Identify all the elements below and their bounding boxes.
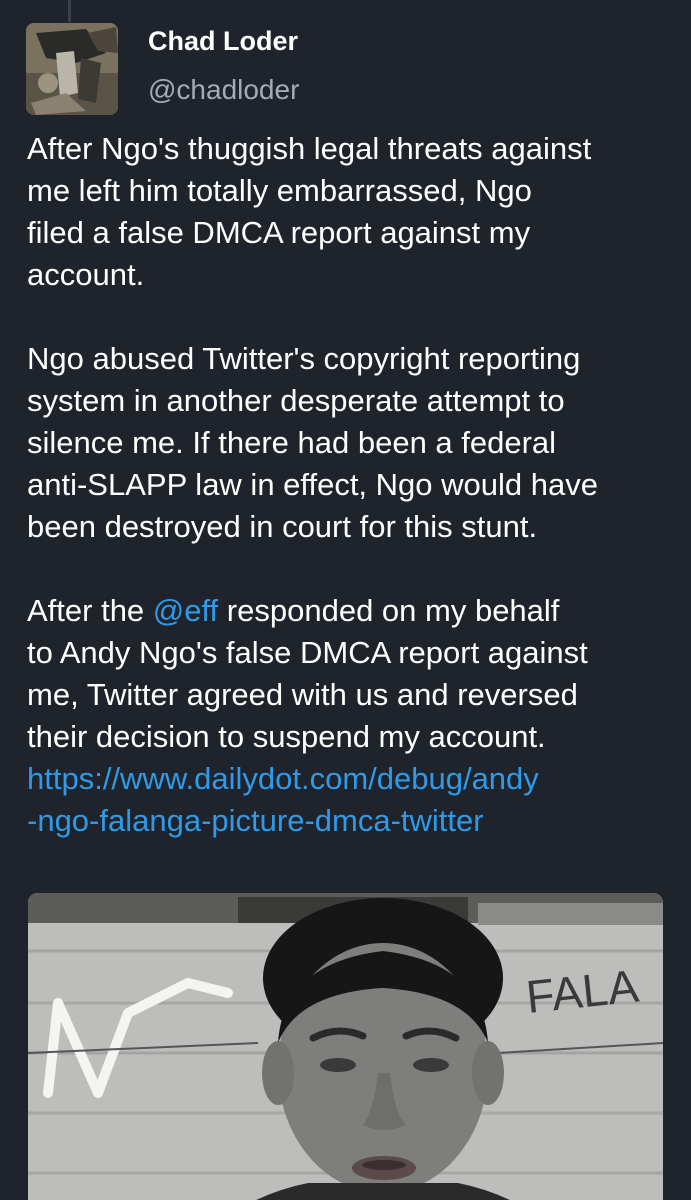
tweet-text: After Ngo's thuggish legal threats again… — [27, 128, 677, 842]
tweet-text-segment: responded on my behalf — [218, 593, 560, 628]
tweet-line: me left him totally embarrassed, Ngo — [27, 173, 532, 208]
tweet-line: Ngo abused Twitter's copyright reporting — [27, 341, 581, 376]
tweet-line: silence me. If there had been a federal — [27, 425, 557, 460]
avatar[interactable] — [26, 23, 118, 115]
article-url-link[interactable]: https://www.dailydot.com/debug/andy — [27, 758, 677, 800]
tweet-line: their decision to suspend my account. — [27, 719, 546, 754]
tweet-line: me, Twitter agreed with us and reversed — [27, 677, 578, 712]
tweet-line: After Ngo's thuggish legal threats again… — [27, 131, 592, 166]
mention-link-eff[interactable]: @eff — [153, 593, 218, 628]
tweet-line: to Andy Ngo's false DMCA report against — [27, 635, 588, 670]
avatar-image — [26, 23, 118, 115]
media-image[interactable]: FALA — [28, 893, 663, 1200]
thread-connector-line — [68, 0, 71, 22]
tweet-line: filed a false DMCA report against my — [27, 215, 531, 250]
display-name[interactable]: Chad Loder — [148, 26, 298, 57]
tweet-line: been destroyed in court for this stunt. — [27, 509, 538, 544]
article-url-link-continued[interactable]: -ngo-falanga-picture-dmca-twitter — [27, 800, 677, 842]
tweet-text-segment: After the — [27, 593, 153, 628]
portrait-photo: FALA — [28, 893, 663, 1200]
tweet-line: After the @eff responded on my behalf — [27, 590, 677, 632]
tweet-line: account. — [27, 257, 145, 292]
tweet-line: system in another desperate attempt to — [27, 383, 565, 418]
tweet-card[interactable]: Chad Loder @chadloder After Ngo's thuggi… — [0, 0, 691, 1200]
tweet-line: anti-SLAPP law in effect, Ngo would have — [27, 467, 598, 502]
user-handle[interactable]: @chadloder — [148, 74, 299, 106]
